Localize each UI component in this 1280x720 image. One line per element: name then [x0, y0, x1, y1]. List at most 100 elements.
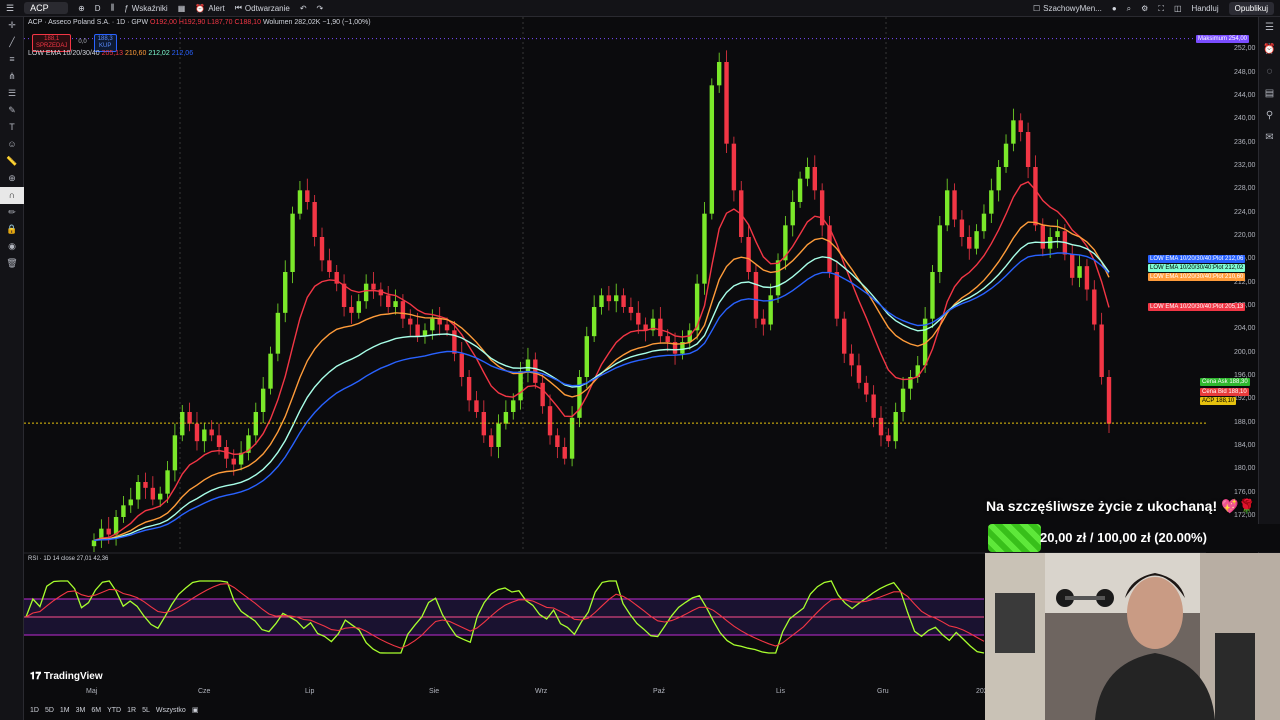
candle-body — [165, 470, 170, 494]
candle-body — [121, 505, 126, 517]
candle-body — [157, 493, 163, 500]
price-label: LOW EMA 10/20/30/40:Plot 210,60 — [1148, 273, 1246, 281]
layout-checkbox-icon: ☐ — [1032, 4, 1041, 13]
menu-icon[interactable]: ☰ — [6, 3, 14, 14]
tf-all[interactable]: Wszystko — [156, 707, 186, 714]
candle-body — [790, 202, 795, 226]
time-tick: Lip — [305, 688, 315, 695]
candle-body — [1070, 254, 1075, 278]
redo-icon[interactable]: ↷ — [317, 4, 324, 13]
price-tick: 252,00 — [1234, 45, 1256, 53]
undo-icon[interactable]: ↶ — [300, 4, 307, 13]
chart-type-icon[interactable]: ⫼ — [111, 3, 115, 13]
candle-body — [312, 202, 317, 237]
lock-drawing-icon[interactable]: ✏ — [0, 204, 24, 221]
tf-1r[interactable]: 1R — [127, 707, 136, 714]
alert-button[interactable]: ⏰ Alert — [195, 4, 224, 13]
candle-body — [481, 412, 487, 436]
layout-selector[interactable]: ☐ SzachowyMen... — [1033, 4, 1102, 13]
price-label: LOW EMA 10/20/30/40:Plot 212,02 — [1148, 264, 1246, 272]
tf-3m[interactable]: 3M — [76, 707, 86, 714]
candle-body — [415, 324, 420, 337]
watchlist-icon[interactable]: ☰ — [1259, 17, 1280, 39]
zoom-icon[interactable]: ⊕ — [0, 170, 24, 187]
gear-icon[interactable]: ⚙ — [1141, 4, 1148, 13]
pitchfork-icon[interactable]: ⋔ — [0, 68, 24, 85]
candle-body — [591, 307, 597, 337]
trendline-icon[interactable]: ╱ — [0, 34, 24, 51]
candle-body — [702, 213, 707, 284]
candle-body — [761, 318, 766, 325]
candle-body — [437, 318, 442, 325]
chart-legend: ACP · Asseco Poland S.A. · 1D · GPW O192… — [28, 19, 371, 26]
candle-body — [533, 359, 538, 383]
candle-body — [606, 295, 612, 302]
candle-body — [555, 435, 560, 447]
replay-button[interactable]: ⏮ Odtwarzanie — [235, 3, 290, 13]
templates-icon[interactable]: ▦ — [178, 4, 186, 13]
candle-body — [209, 429, 214, 436]
candle-body — [967, 237, 972, 249]
theme-toggle-icon[interactable]: ● — [1112, 4, 1117, 13]
crosshair-icon[interactable]: ✛ — [0, 17, 24, 34]
candle-body — [150, 487, 156, 500]
candle-body — [1106, 377, 1112, 424]
lock-icon[interactable]: 🔒 — [0, 221, 24, 238]
candle-body — [1011, 120, 1016, 144]
search-icon[interactable]: ⌕ — [1127, 4, 1131, 14]
tf-5l[interactable]: 5L — [142, 707, 150, 714]
candle-body — [974, 231, 979, 249]
candle-body — [996, 167, 1001, 191]
candle-body — [775, 260, 781, 296]
candle-body — [1099, 324, 1104, 377]
tf-1m[interactable]: 1M — [60, 707, 70, 714]
ruler-icon[interactable]: 📏 — [0, 153, 24, 170]
tf-5d[interactable]: 5D — [45, 707, 54, 714]
eye-icon[interactable]: ◉ — [0, 238, 24, 255]
candle-body — [327, 260, 332, 272]
tf-1d[interactable]: 1D — [30, 707, 39, 714]
time-tick: Cze — [198, 688, 211, 695]
price-tick: 192,00 — [1234, 395, 1256, 403]
candle-body — [283, 272, 288, 313]
trade-button[interactable]: Handluj — [1192, 4, 1219, 13]
time-tick: Sie — [429, 688, 440, 695]
camera-icon[interactable]: ◫ — [1174, 4, 1182, 13]
candle-body — [930, 272, 935, 319]
ema-legend[interactable]: LOW EMA 10/20/30/40 205,13 210,60 212,02… — [28, 50, 193, 57]
date-range-icon[interactable]: ▣ — [192, 706, 199, 714]
candle-body — [871, 394, 876, 418]
candle-body — [305, 190, 310, 202]
candle-body — [319, 237, 325, 261]
interval-button[interactable]: D — [95, 4, 101, 13]
text-icon[interactable]: T — [0, 119, 24, 136]
candle-body — [408, 318, 413, 325]
candle-body — [91, 540, 97, 547]
horizontal-lines-icon[interactable]: ≡ — [0, 51, 24, 68]
candle-body — [371, 283, 376, 290]
price-tick: 220,00 — [1234, 232, 1256, 239]
symbol-search[interactable]: ACP — [24, 2, 69, 14]
emoji-icon[interactable]: ☺ — [0, 136, 24, 153]
tf-ytd[interactable]: YTD — [107, 707, 121, 714]
candle-body — [143, 482, 148, 488]
price-pane — [24, 17, 1206, 552]
price-tick: 200,00 — [1234, 348, 1256, 356]
candle-body — [842, 318, 847, 354]
sell-price: 188,1 — [44, 36, 60, 42]
candle-body — [268, 353, 273, 389]
indicators-button[interactable]: ƒ Wskaźniki — [124, 4, 167, 13]
fib-icon[interactable]: ☰ — [0, 85, 24, 102]
candle-body — [452, 330, 457, 354]
trash-icon[interactable]: 🗑 — [0, 255, 24, 272]
tf-6m[interactable]: 6M — [91, 707, 101, 714]
candle-body — [569, 417, 575, 459]
buy-label: KUP — [99, 43, 112, 49]
candle-body — [1077, 266, 1082, 278]
brush-icon[interactable]: ✎ — [0, 102, 24, 119]
magnet-icon[interactable]: ∩ — [0, 187, 24, 204]
publish-button[interactable]: Opublikuj — [1228, 2, 1274, 15]
fullscreen-icon[interactable]: ⛶ — [1158, 4, 1164, 14]
candle-body — [878, 417, 884, 436]
compare-icon[interactable]: ⊕ — [78, 4, 85, 13]
